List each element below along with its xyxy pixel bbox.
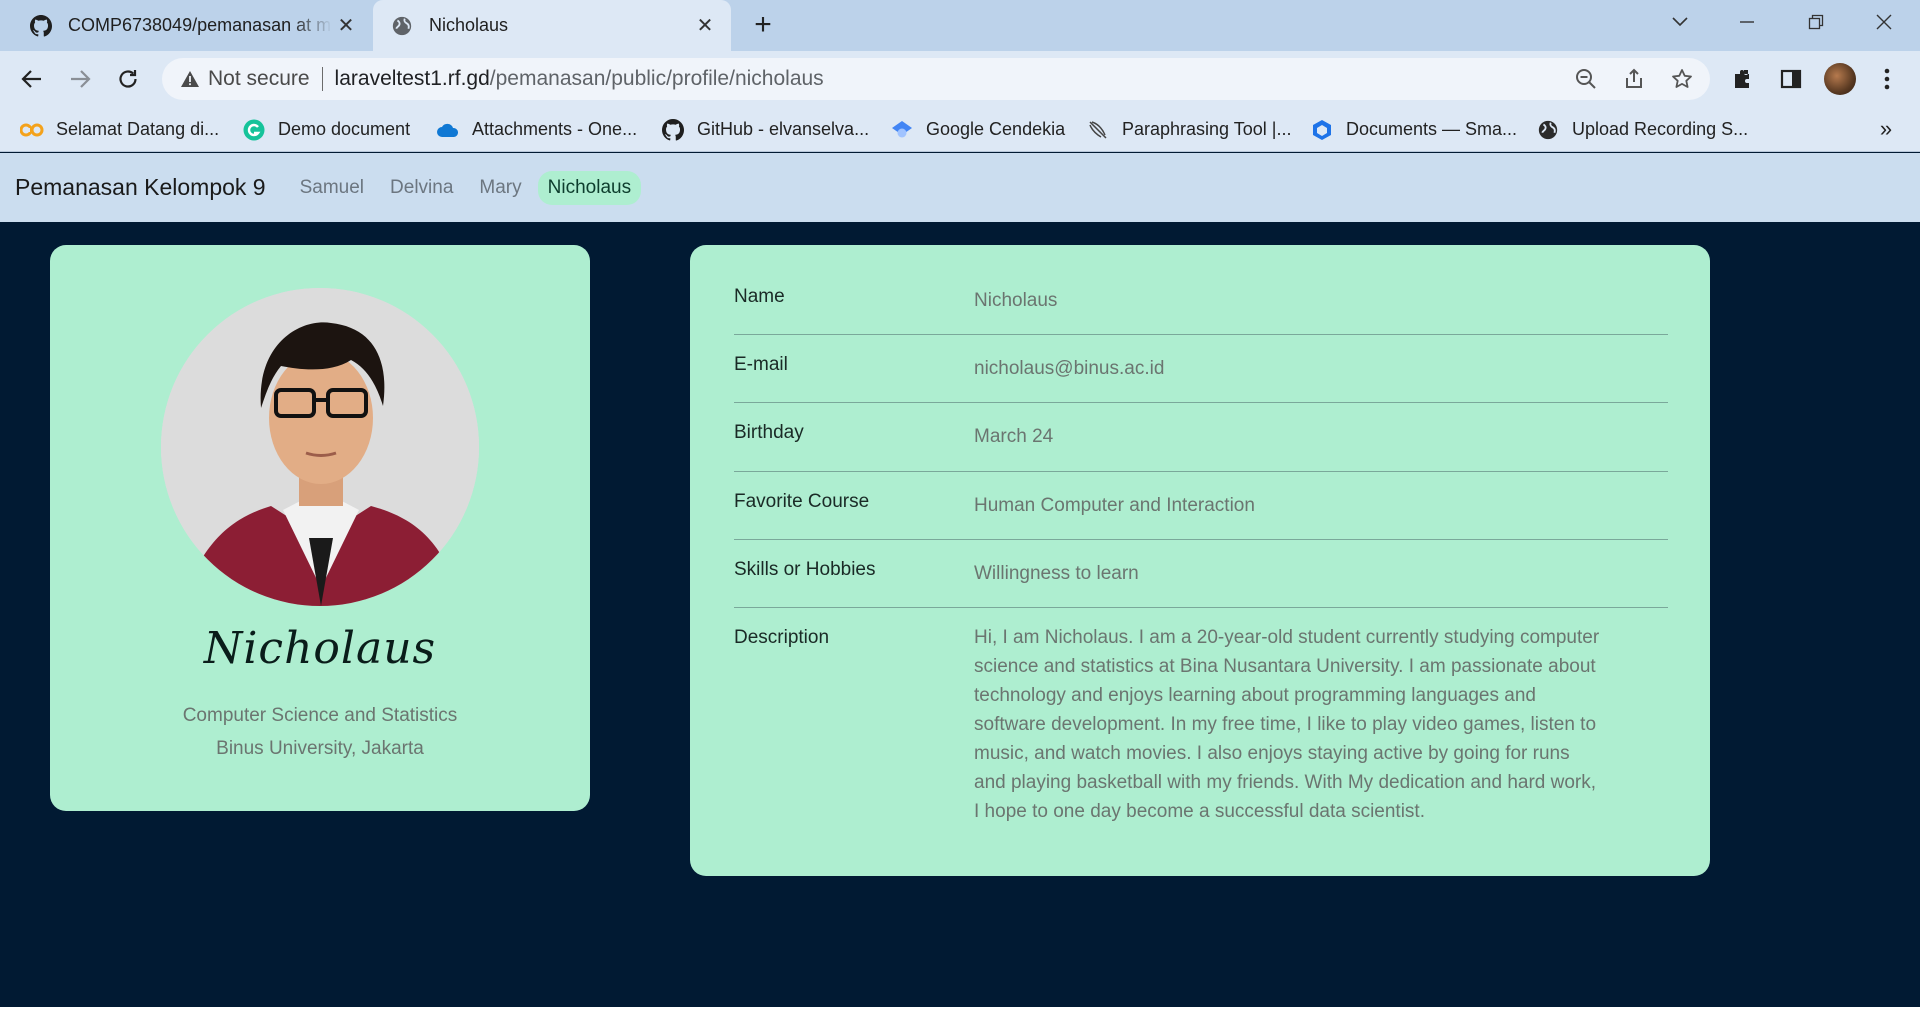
menu-kebab-icon[interactable] bbox=[1872, 64, 1902, 94]
bookmark-label: Paraphrasing Tool |... bbox=[1122, 119, 1292, 139]
nav-links: Samuel Delvina Mary Nicholaus bbox=[290, 170, 647, 205]
url-host: laraveltest1.rf.gd bbox=[334, 67, 490, 90]
extensions-icon[interactable] bbox=[1728, 64, 1758, 94]
tab-title: COMP6738049/pemanasan at main bbox=[68, 15, 332, 35]
tab-github[interactable]: COMP6738049/pemanasan at main ✕ bbox=[12, 0, 372, 51]
detail-value: nicholaus@binus.ac.id bbox=[974, 358, 1165, 379]
url-path: /pemanasan/public/profile/nicholaus bbox=[489, 67, 824, 90]
detail-row-description: Description Hi, I am Nicholaus. I am a 2… bbox=[734, 608, 1668, 828]
detail-label: Favorite Course bbox=[734, 491, 870, 512]
profile-university: Binus University, Jakarta bbox=[216, 738, 424, 759]
detail-row-email: E-mail nicholaus@binus.ac.id bbox=[734, 335, 1668, 403]
reload-icon[interactable] bbox=[110, 61, 146, 97]
bookmark-label: Google Cendekia bbox=[926, 119, 1066, 139]
profile-name: Nicholaus bbox=[203, 623, 437, 674]
tab-title: Nicholaus bbox=[429, 15, 509, 35]
detail-label: Name bbox=[734, 286, 785, 307]
co-logo-icon bbox=[20, 118, 44, 142]
detail-row-favorite-course: Favorite Course Human Computer and Inter… bbox=[734, 472, 1668, 540]
bookmark-item[interactable]: Selamat Datang di... bbox=[20, 107, 219, 152]
browser-toolbar: Not secure laraveltest1.rf.gd/pemanasan/… bbox=[0, 51, 1920, 107]
detail-row-birthday: Birthday March 24 bbox=[734, 403, 1668, 472]
detail-value: Hi, I am Nicholaus. I am a 20-year-old s… bbox=[974, 627, 1600, 822]
nav-link-samuel[interactable]: Samuel bbox=[290, 171, 374, 205]
bookmark-item[interactable]: GitHub - elvanselva... bbox=[661, 107, 869, 152]
detail-value: Human Computer and Interaction bbox=[974, 495, 1255, 516]
security-label: Not secure bbox=[208, 67, 310, 90]
tab-close-icon[interactable]: ✕ bbox=[691, 12, 719, 40]
tab-search-chevron-icon[interactable] bbox=[1658, 0, 1702, 44]
restore-icon[interactable] bbox=[1794, 0, 1838, 44]
github-icon bbox=[661, 118, 685, 142]
globe-icon bbox=[391, 15, 413, 37]
bookmark-item[interactable]: Demo document bbox=[242, 107, 410, 152]
bookmark-item[interactable]: Upload Recording S... bbox=[1536, 107, 1748, 152]
tab-nicholaus[interactable]: Nicholaus ✕ bbox=[373, 0, 731, 51]
detail-row-name: Name Nicholaus bbox=[734, 267, 1668, 335]
detail-value: Willingness to learn bbox=[974, 563, 1139, 584]
detail-label: Birthday bbox=[734, 422, 804, 443]
bookmarks-bar: Selamat Datang di... Demo document Attac… bbox=[0, 107, 1920, 152]
bookmark-label: Upload Recording S... bbox=[1572, 119, 1749, 139]
site-brand[interactable]: Pemanasan Kelompok 9 bbox=[15, 174, 266, 201]
minimize-icon[interactable] bbox=[1725, 0, 1769, 44]
forward-icon[interactable] bbox=[62, 61, 98, 97]
bookmark-star-icon[interactable] bbox=[1668, 65, 1696, 93]
bookmarks-overflow-icon[interactable]: » bbox=[1872, 115, 1900, 143]
bookmark-label: Selamat Datang di... bbox=[56, 119, 220, 139]
zoom-out-icon[interactable] bbox=[1572, 65, 1600, 93]
address-bar[interactable]: Not secure laraveltest1.rf.gd/pemanasan/… bbox=[162, 58, 1710, 100]
feather-icon bbox=[1086, 118, 1110, 142]
back-icon[interactable] bbox=[14, 61, 50, 97]
tab-close-icon[interactable]: ✕ bbox=[332, 12, 360, 40]
grammarly-icon bbox=[242, 118, 266, 142]
omnibox-divider bbox=[321, 67, 323, 91]
profile-card: Nicholaus Computer Science and Statistic… bbox=[50, 245, 590, 811]
details-card: Name Nicholaus E-mail nicholaus@binus.ac… bbox=[690, 245, 1710, 876]
onedrive-icon bbox=[436, 118, 460, 142]
bookmark-item[interactable]: Documents — Sma... bbox=[1310, 107, 1517, 152]
close-window-icon[interactable] bbox=[1862, 0, 1906, 44]
nav-link-delvina[interactable]: Delvina bbox=[380, 171, 463, 205]
nav-link-mary[interactable]: Mary bbox=[469, 171, 531, 205]
profile-major: Computer Science and Statistics bbox=[182, 705, 458, 726]
bookmark-label: Attachments - One... bbox=[472, 119, 638, 139]
nav-link-nicholaus[interactable]: Nicholaus bbox=[537, 170, 642, 205]
detail-value: March 24 bbox=[974, 426, 1054, 447]
bookmark-label: Demo document bbox=[278, 119, 411, 139]
bookmark-label: Documents — Sma... bbox=[1346, 119, 1518, 139]
github-icon bbox=[30, 14, 52, 37]
profile-photo bbox=[161, 288, 479, 606]
scholar-icon bbox=[890, 118, 914, 142]
globe-icon bbox=[1536, 118, 1560, 142]
new-tab-icon[interactable]: + bbox=[748, 10, 778, 40]
share-icon[interactable] bbox=[1620, 65, 1648, 93]
detail-value: Nicholaus bbox=[974, 290, 1058, 311]
detail-row-skills: Skills or Hobbies Willingness to learn bbox=[734, 540, 1668, 608]
warning-icon[interactable] bbox=[178, 67, 202, 91]
url-text[interactable]: laraveltest1.rf.gd/pemanasan/public/prof… bbox=[335, 67, 824, 91]
bookmark-label: GitHub - elvanselva... bbox=[697, 119, 870, 139]
bookmark-item[interactable]: Google Cendekia bbox=[890, 107, 1065, 152]
site-navbar: Pemanasan Kelompok 9 Samuel Delvina Mary… bbox=[0, 153, 1920, 222]
detail-label: Skills or Hobbies bbox=[734, 559, 876, 580]
bookmark-item[interactable]: Attachments - One... bbox=[436, 107, 637, 152]
bookmark-item[interactable]: Paraphrasing Tool |... bbox=[1086, 107, 1291, 152]
detail-label: Description bbox=[734, 627, 830, 648]
profile-avatar[interactable] bbox=[1824, 63, 1856, 95]
side-panel-icon[interactable] bbox=[1776, 64, 1806, 94]
tab-strip: COMP6738049/pemanasan at main ✕ Nicholau… bbox=[0, 0, 1920, 51]
detail-label: E-mail bbox=[734, 354, 788, 375]
smallpdf-icon bbox=[1310, 118, 1334, 142]
